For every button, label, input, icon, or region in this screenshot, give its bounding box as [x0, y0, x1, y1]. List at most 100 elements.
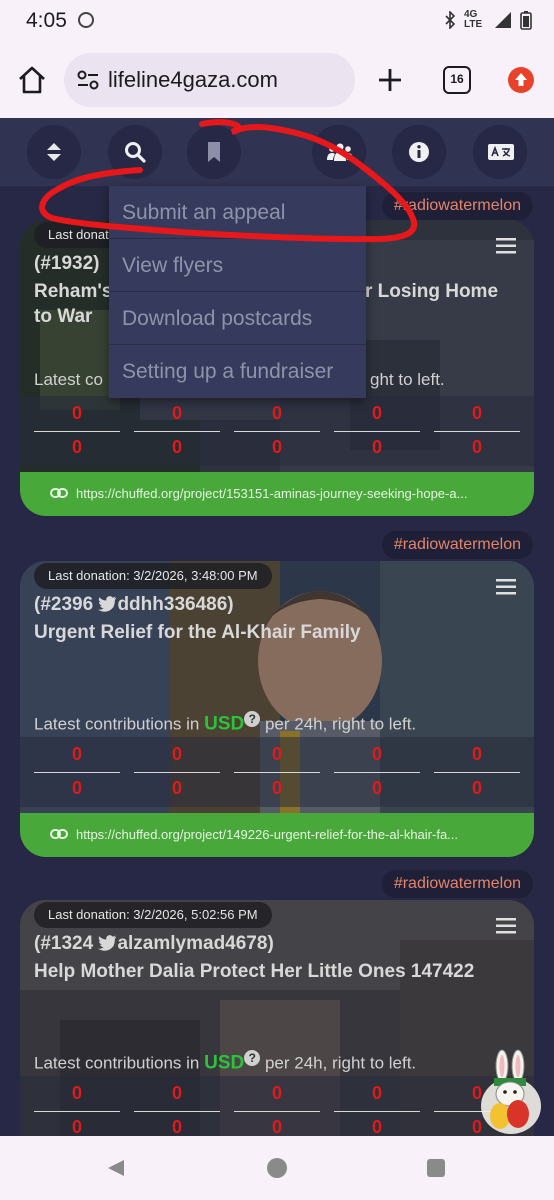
contribution-value: 0 [71, 437, 82, 457]
battery-icon [520, 11, 532, 30]
card-menu-icon[interactable] [496, 238, 516, 254]
site-settings-icon[interactable] [76, 69, 100, 91]
contribution-value: 0 [334, 1078, 420, 1112]
latest-prefix: Latest contributions in [34, 1053, 205, 1073]
contribution-value: 0 [171, 437, 182, 457]
contribution-value: 0 [334, 739, 420, 773]
currency-label[interactable]: USD [204, 714, 244, 735]
bookmark-button[interactable] [187, 125, 241, 179]
contribution-value: 0 [434, 398, 520, 432]
appeal-title-end: r Losing Home [365, 281, 499, 302]
contribution-value: 0 [71, 778, 82, 798]
network-label: 4G LTE [464, 9, 483, 30]
search-icon [125, 142, 146, 163]
latest-contributions-end: ght to left. [370, 370, 445, 389]
info-button[interactable] [392, 125, 446, 179]
home-icon[interactable] [16, 64, 48, 96]
fundraiser-link[interactable]: https://chuffed.org/project/153151-amina… [20, 472, 534, 516]
contribution-value: 0 [134, 1078, 220, 1112]
appeal-id: (#1324 [34, 933, 99, 954]
bookmark-icon [208, 142, 220, 162]
community-button[interactable] [312, 125, 366, 179]
language-button[interactable] [473, 125, 527, 179]
last-donation-badge: Last donation: 3/2/2026, 5:02:56 PM [34, 902, 272, 928]
browser-bar: lifeline4gaza.com 16 [0, 42, 554, 118]
status-time: 4:05 [26, 9, 67, 32]
latest-prefix: Latest contributions in [34, 714, 205, 734]
translate-icon [488, 144, 514, 160]
card-menu-icon[interactable] [496, 918, 516, 934]
search-button[interactable] [108, 125, 162, 179]
contribution-value: 0 [71, 1117, 82, 1136]
hashtag-badge[interactable]: #radiowatermelon [381, 192, 533, 220]
contribution-value: 0 [34, 398, 120, 432]
help-icon[interactable]: ? [244, 1050, 261, 1066]
url-bar[interactable]: lifeline4gaza.com [64, 53, 355, 107]
appeal-card[interactable]: Last donation: 3/2/2026, 3:48:00 PM (#23… [20, 561, 534, 857]
system-nav-bar [0, 1136, 554, 1200]
latest-contributions: Latest contributions in USD? per 24h, ri… [34, 711, 416, 736]
appeal-title: Urgent Relief for the Al-Khair Family [34, 622, 361, 643]
twitter-icon [98, 935, 117, 951]
sort-icon [47, 143, 61, 161]
appeal-title: Help Mother Dalia Protect Her Little One… [34, 961, 475, 982]
sort-button[interactable] [27, 125, 81, 179]
signal-icon [495, 12, 511, 28]
contribution-value: 0 [234, 398, 320, 432]
menu-item-view-flyers[interactable]: View flyers [109, 239, 366, 292]
contribution-value: 0 [34, 739, 120, 773]
contribution-value: 0 [371, 437, 382, 457]
last-donation-badge: Last donation: 3/2/2026, 3:48:00 PM [34, 563, 272, 589]
update-icon[interactable] [508, 67, 534, 93]
contribution-value: 0 [371, 1117, 382, 1136]
contribution-value: 0 [434, 739, 520, 773]
new-tab-icon[interactable] [374, 64, 406, 96]
twitter-icon [98, 596, 117, 612]
contribution-value: 0 [471, 778, 482, 798]
contribution-value: 0 [34, 1078, 120, 1112]
bluetooth-icon [445, 11, 456, 29]
tab-switcher-button[interactable]: 16 [443, 66, 471, 94]
contribution-value: 0 [271, 778, 282, 798]
contributions-grid: 0 0 0 0 0 0 0 0 0 0 [20, 1076, 534, 1136]
appeal-card[interactable]: Last donation: 3/2/2026, 5:02:56 PM (#13… [20, 900, 534, 1136]
menu-item-fundraiser[interactable]: Setting up a fundraiser [109, 345, 366, 398]
contribution-value: 0 [371, 778, 382, 798]
info-icon [409, 142, 429, 162]
contribution-value: 0 [471, 437, 482, 457]
appeal-id: (#1932) [34, 253, 100, 274]
twitter-handle[interactable]: ddhh336486) [117, 594, 233, 615]
menu-item-download-postcards[interactable]: Download postcards [109, 292, 366, 345]
fundraiser-url[interactable]: https://chuffed.org/project/153151-amina… [76, 486, 467, 501]
latest-suffix: per 24h, right to left. [260, 1053, 417, 1073]
appeal-id-line: (#2396 ddhh336486) [34, 594, 234, 616]
contributions-grid: 0 0 0 0 0 0 0 0 0 0 [20, 396, 534, 466]
link-icon [50, 829, 68, 839]
help-icon[interactable]: ? [244, 711, 261, 727]
notification-icon [78, 12, 94, 28]
easter-bunny-button[interactable] [478, 1048, 544, 1134]
contribution-value: 0 [271, 1117, 282, 1136]
home-nav-icon[interactable] [267, 1158, 287, 1178]
fundraiser-url[interactable]: https://chuffed.org/project/149226-urgen… [76, 827, 458, 842]
people-icon [327, 143, 353, 161]
url-text[interactable]: lifeline4gaza.com [108, 67, 278, 93]
contributions-grid: 0 0 0 0 0 0 0 0 0 0 [20, 737, 534, 807]
link-icon [50, 488, 68, 498]
hashtag-badge[interactable]: #radiowatermelon [381, 870, 533, 898]
fundraiser-link[interactable]: https://chuffed.org/project/149226-urgen… [20, 813, 534, 857]
twitter-handle[interactable]: alzamlymad4678) [117, 933, 273, 954]
recents-icon[interactable] [427, 1159, 445, 1177]
contribution-value: 0 [171, 1117, 182, 1136]
appeal-id: (#2396 [34, 594, 99, 615]
currency-label[interactable]: USD [204, 1053, 244, 1074]
hashtag-badge[interactable]: #radiowatermelon [381, 531, 533, 559]
contribution-value: 0 [234, 1078, 320, 1112]
status-bar: 4:05 4G LTE [0, 0, 554, 42]
latest-contributions: Latest contributions in USD? per 24h, ri… [34, 1050, 416, 1075]
back-icon[interactable] [106, 1158, 126, 1178]
menu-item-submit-appeal[interactable]: Submit an appeal [109, 186, 366, 239]
app-toolbar [0, 118, 554, 186]
latest-suffix: per 24h, right to left. [260, 714, 417, 734]
card-menu-icon[interactable] [496, 579, 516, 595]
